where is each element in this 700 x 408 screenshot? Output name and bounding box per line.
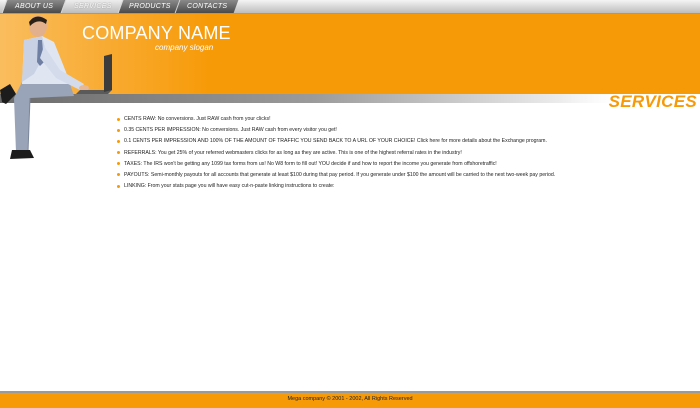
tab-products[interactable]: PRODUCTS: [117, 0, 182, 13]
list-item: TAXES: The IRS won't be getting any 1099…: [117, 160, 677, 171]
list-item: 0.1 CENTS PER IMPRESSION AND 100% OF THE…: [117, 137, 677, 148]
list-item-text: LINKING: From your stats page you will h…: [124, 183, 335, 190]
bullet-icon: [117, 151, 120, 155]
businessman-with-laptop-image: [0, 15, 112, 159]
bullet-icon: [117, 173, 120, 177]
bullet-icon: [117, 128, 120, 132]
list-item: CENTS RAW: No conversions. Just RAW cash…: [117, 115, 677, 126]
list-item-text: REFERRALS: You get 25% of your referred …: [124, 149, 462, 156]
tab-products-label: PRODUCTS: [129, 3, 171, 10]
list-item-text: 0.1 CENTS PER IMPRESSION AND 100% OF THE…: [124, 138, 547, 145]
services-list: CENTS RAW: No conversions. Just RAW cash…: [117, 115, 677, 193]
company-slogan: company slogan: [155, 43, 214, 52]
bullet-icon: [117, 139, 120, 143]
list-item: PAYOUTS: Semi-monthly payouts for all ac…: [117, 171, 677, 182]
section-title: SERVICES: [608, 92, 697, 111]
footer: Mega company © 2001 - 2002, All Rights R…: [0, 393, 700, 408]
list-item-text: TAXES: The IRS won't be getting any 1099…: [124, 160, 497, 167]
bullet-icon: [117, 162, 120, 166]
list-item-text: 0.35 CENTS PER IMPRESSION: No conversion…: [124, 127, 337, 134]
list-item: REFERRALS: You get 25% of your referred …: [117, 149, 677, 160]
tab-contacts-label: CONTACTS: [186, 3, 228, 10]
list-item: 0.35 CENTS PER IMPRESSION: No conversion…: [117, 126, 677, 137]
tab-contacts[interactable]: CONTACTS: [174, 0, 239, 13]
list-item: LINKING: From your stats page you will h…: [117, 182, 677, 193]
bullet-icon: [117, 117, 120, 121]
copyright-text: Mega company © 2001 - 2002, All Rights R…: [287, 396, 413, 402]
bullet-icon: [117, 184, 120, 188]
list-item-text: PAYOUTS: Semi-monthly payouts for all ac…: [124, 171, 556, 178]
list-item-text: CENTS RAW: No conversions. Just RAW cash…: [124, 116, 271, 122]
